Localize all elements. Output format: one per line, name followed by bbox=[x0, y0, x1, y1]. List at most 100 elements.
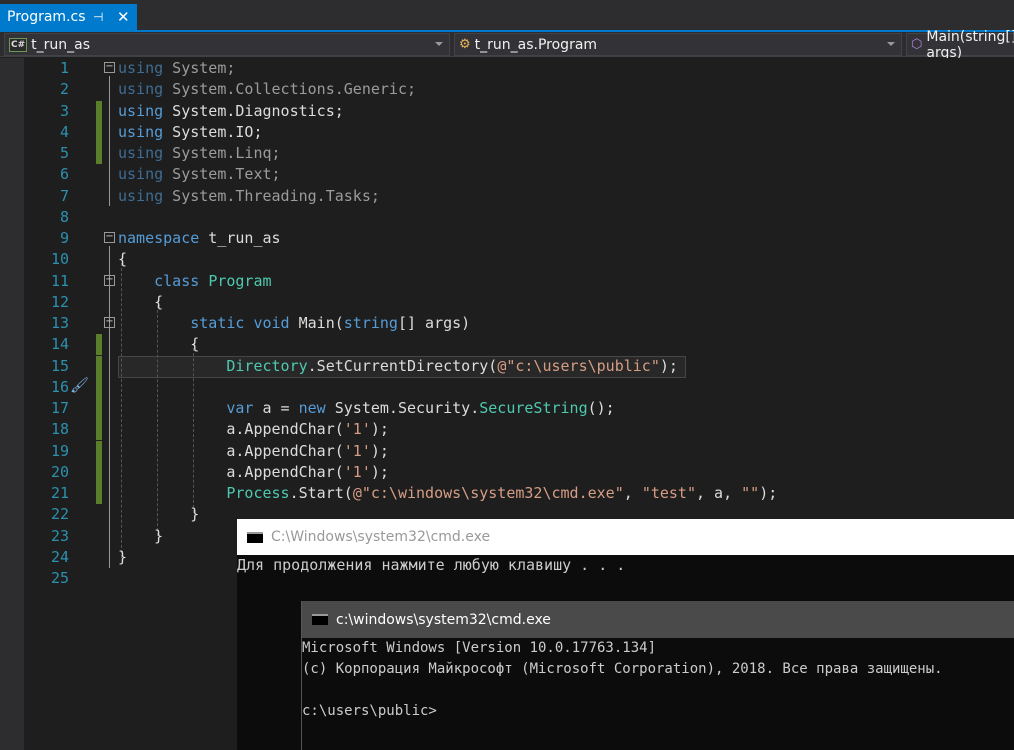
line-number: 24 bbox=[50, 547, 69, 566]
line-number: 5 bbox=[59, 144, 69, 162]
code-token: System.Text; bbox=[163, 165, 281, 184]
class-dropdown[interactable]: ⚙ t_run_as.Program bbox=[454, 33, 902, 56]
change-bar bbox=[96, 334, 102, 356]
cmd-output: Microsoft Windows [Version 10.0.17763.13… bbox=[302, 640, 657, 656]
code-line[interactable]: 17 var a = new System.Security.SecureStr… bbox=[24, 398, 1014, 419]
code-token: "test" bbox=[641, 484, 696, 502]
cmd-output: Для продолжения нажмите любую клавишу . … bbox=[237, 556, 626, 574]
cmd-prompt[interactable]: c:\users\public> bbox=[302, 701, 1014, 722]
code-line[interactable]: 11 − class Program bbox=[24, 271, 1014, 292]
code-token: static bbox=[190, 314, 245, 332]
code-token: [] args) bbox=[397, 314, 471, 332]
change-bar bbox=[96, 376, 102, 398]
code-line[interactable]: 5 using System.Linq; bbox=[24, 143, 1014, 164]
code-line[interactable]: 7 using System.Threading.Tasks; bbox=[24, 186, 1014, 207]
pin-icon[interactable]: ⊣ bbox=[93, 10, 103, 24]
document-tab-bar: Program.cs ⊣ ✕ bbox=[0, 0, 1014, 32]
line-number: 16 bbox=[50, 377, 69, 396]
code-line[interactable]: 14 { bbox=[24, 334, 1014, 356]
code-token: '1' bbox=[343, 462, 371, 481]
code-token: @"c:\windows\system32\cmd.exe" bbox=[352, 484, 624, 502]
code-line[interactable]: 19 a.AppendChar('1'); bbox=[24, 440, 1014, 462]
member-label: Main(string[] args) bbox=[926, 28, 1014, 61]
code-token: Directory bbox=[226, 356, 308, 375]
code-token: namespace bbox=[118, 229, 200, 247]
code-line[interactable]: 16 bbox=[24, 376, 1014, 398]
navigation-bar: C# t_run_as ⚙ t_run_as.Program ⬡ Main(st… bbox=[0, 29, 1014, 61]
code-token: System.Security. bbox=[325, 399, 480, 417]
code-token: @"c:\users\public" bbox=[497, 356, 660, 375]
collapse-icon[interactable]: − bbox=[104, 232, 115, 243]
code-text: } bbox=[118, 547, 127, 568]
code-token: System; bbox=[163, 59, 236, 77]
code-token: using bbox=[118, 59, 164, 77]
code-line[interactable]: 18 a.AppendChar('1'); bbox=[24, 419, 1014, 441]
code-text: Directory.SetCurrentDirectory(@"c:\users… bbox=[118, 356, 678, 377]
code-token: using bbox=[118, 122, 164, 141]
tab-program-cs[interactable]: Program.cs ⊣ ✕ bbox=[0, 4, 137, 30]
left-margin bbox=[0, 58, 24, 750]
collapse-icon[interactable]: − bbox=[104, 274, 115, 286]
method-icon: ⬡ bbox=[911, 37, 923, 52]
cmd-icon bbox=[247, 531, 263, 543]
code-line[interactable]: 6 using System.Text; bbox=[24, 164, 1014, 185]
chevron-down-icon bbox=[435, 42, 443, 46]
code-text: } bbox=[118, 504, 199, 525]
change-bar bbox=[96, 100, 102, 122]
cmd-window-2[interactable]: c:\windows\system32\cmd.exe Microsoft Wi… bbox=[301, 601, 1014, 750]
code-line[interactable]: 4 using System.IO; bbox=[24, 121, 1014, 143]
cmd-title-bar[interactable]: c:\windows\system32\cmd.exe bbox=[302, 601, 1014, 638]
code-line[interactable]: 2 using System.Collections.Generic; bbox=[24, 79, 1014, 100]
line-number: 17 bbox=[50, 399, 69, 417]
code-token: using bbox=[118, 101, 164, 120]
code-text: { bbox=[118, 249, 127, 270]
code-line[interactable]: 12 { bbox=[24, 292, 1014, 313]
code-line[interactable]: 9 − namespace t_run_as bbox=[24, 228, 1014, 249]
code-line[interactable]: 8 bbox=[24, 207, 1014, 228]
code-text: { bbox=[118, 334, 199, 355]
code-token: using bbox=[118, 165, 164, 184]
collapse-icon[interactable]: − bbox=[104, 317, 115, 328]
code-token: Program bbox=[208, 271, 272, 290]
code-token: System.Collections.Generic; bbox=[163, 80, 417, 99]
code-token: (); bbox=[587, 399, 615, 417]
code-line[interactable]: 20 a.AppendChar('1'); bbox=[24, 461, 1014, 483]
change-bar bbox=[96, 398, 102, 419]
member-dropdown[interactable]: ⬡ Main(string[] args) bbox=[906, 29, 1014, 61]
line-number: 3 bbox=[59, 101, 69, 120]
code-text: Process.Start(@"c:\windows\system32\cmd.… bbox=[118, 483, 777, 504]
line-number: 18 bbox=[50, 420, 69, 439]
code-text: using System; bbox=[118, 58, 235, 79]
code-line[interactable]: 15 Directory.SetCurrentDirectory(@"c:\us… bbox=[24, 355, 1014, 377]
code-line[interactable]: 13 − static void Main(string[] args) bbox=[24, 313, 1014, 334]
project-dropdown[interactable]: C# t_run_as bbox=[4, 33, 450, 56]
code-token: ); bbox=[759, 484, 778, 502]
code-text: namespace t_run_as bbox=[118, 228, 281, 249]
code-line[interactable]: 3 using System.Diagnostics; bbox=[24, 100, 1014, 122]
close-icon[interactable]: ✕ bbox=[117, 8, 130, 26]
code-token: } bbox=[118, 526, 164, 545]
change-bar bbox=[96, 355, 102, 377]
code-token: using bbox=[118, 80, 164, 99]
code-token: new bbox=[298, 399, 326, 417]
code-line[interactable]: 10 { bbox=[24, 249, 1014, 270]
code-token: ); bbox=[370, 462, 389, 481]
code-token: { bbox=[118, 292, 164, 311]
code-token: using bbox=[118, 186, 164, 205]
change-bar bbox=[96, 121, 102, 143]
collapse-icon[interactable]: − bbox=[104, 62, 115, 73]
code-line[interactable]: 1 − using System; bbox=[24, 58, 1014, 79]
code-token: System.Linq; bbox=[163, 144, 281, 162]
code-token: a.AppendChar( bbox=[118, 441, 344, 460]
chevron-down-icon bbox=[887, 42, 895, 46]
code-token: SecureString bbox=[479, 399, 588, 417]
class-icon: ⚙ bbox=[459, 37, 471, 52]
code-token: System.Diagnostics; bbox=[163, 101, 344, 120]
line-number: 14 bbox=[50, 335, 69, 354]
tab-title: Program.cs bbox=[7, 9, 86, 25]
code-token: System.IO; bbox=[163, 122, 263, 141]
cmd-title-bar[interactable]: C:\Windows\system32\cmd.exe bbox=[237, 519, 1014, 555]
code-line[interactable]: 21 Process.Start(@"c:\windows\system32\c… bbox=[24, 483, 1014, 504]
